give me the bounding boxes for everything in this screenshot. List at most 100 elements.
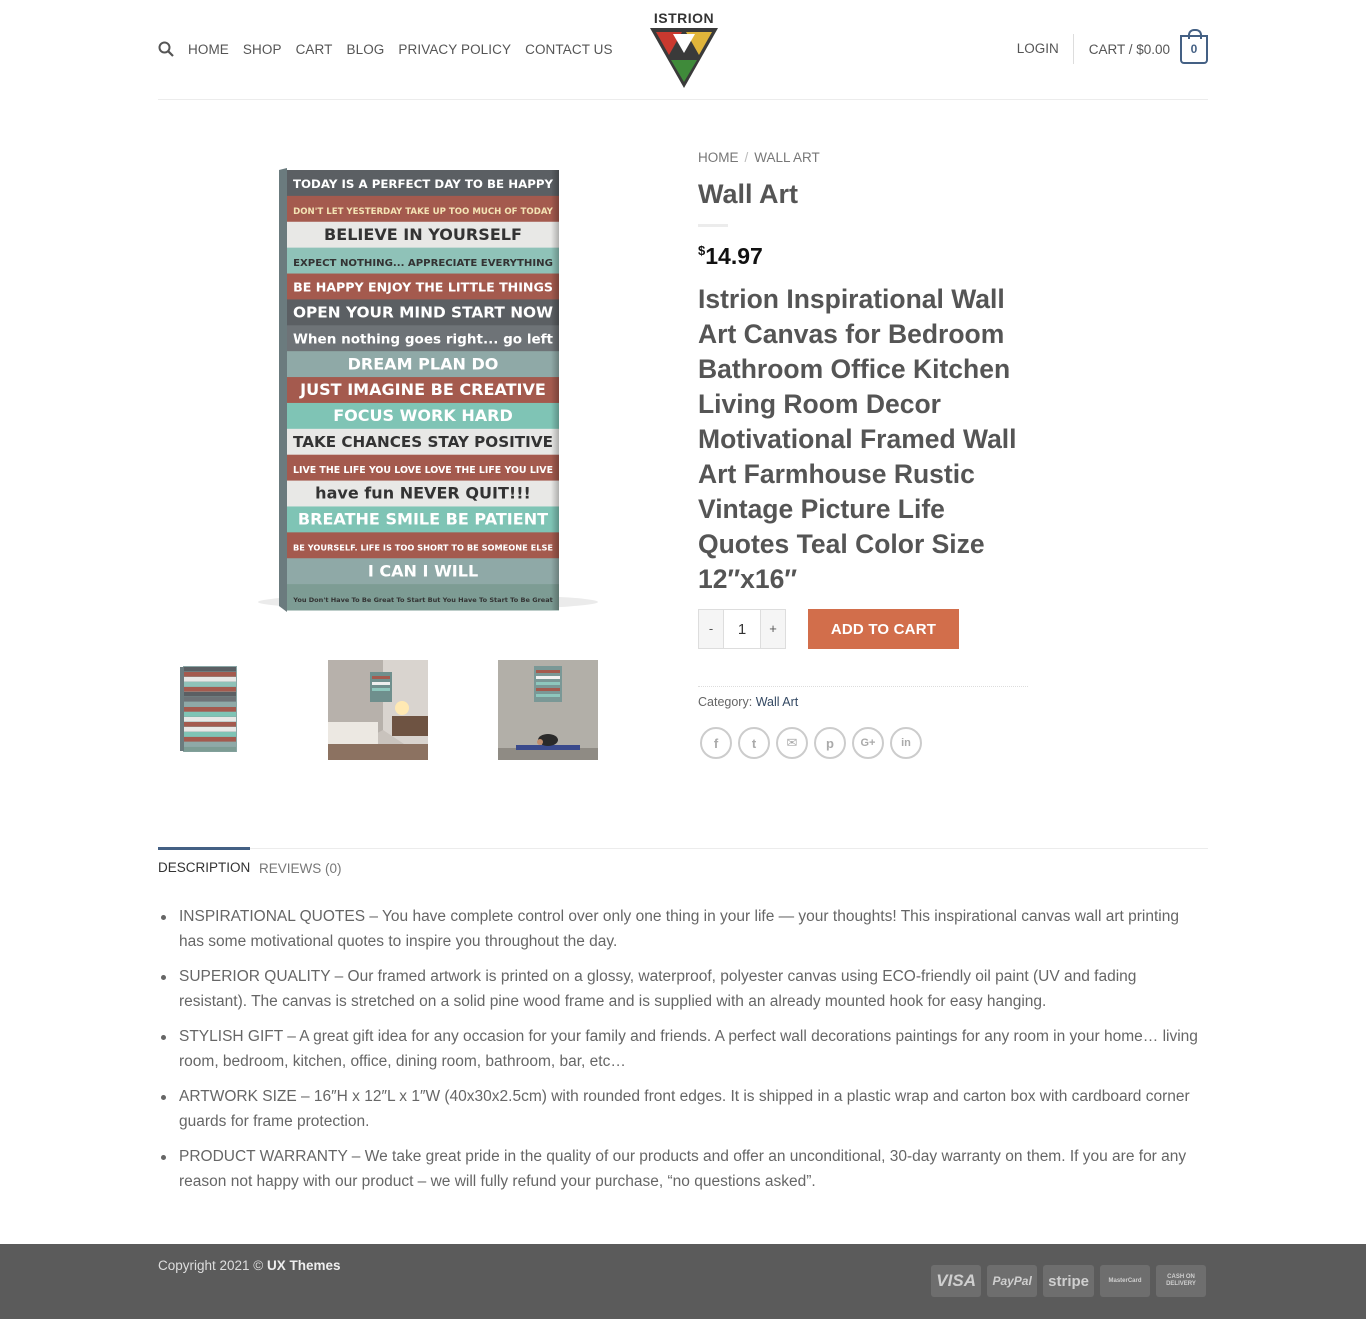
nav-shop[interactable]: SHOP: [243, 41, 282, 59]
header-cart[interactable]: CART / $0.00 0: [1088, 28, 1208, 64]
login-link[interactable]: LOGIN: [1017, 34, 1074, 64]
thumbnail-plank: [184, 712, 236, 717]
mastercard-icon: MasterCard: [1100, 1265, 1150, 1297]
payment-icons: VISA PayPal stripe MasterCard CASH ON DE…: [925, 1265, 1206, 1297]
canvas-quote: You Don't Have To Be Great To Start But …: [292, 596, 553, 604]
nav-home[interactable]: HOME: [188, 41, 229, 59]
paypal-icon: PayPal: [987, 1265, 1038, 1297]
description-item: SUPERIOR QUALITY – Our framed artwork is…: [158, 964, 1208, 1014]
stripe-icon: stripe: [1043, 1265, 1094, 1297]
product-title: Wall Art: [698, 179, 798, 209]
product-info: HOME / WALL ART Wall Art $14.97 Istrion In…: [698, 150, 1028, 759]
breadcrumb-home[interactable]: HOME: [698, 150, 739, 165]
thumbnail-plank: [184, 707, 236, 712]
product-category: Category: Wall Art: [698, 695, 1028, 709]
tab-reviews[interactable]: REVIEWS (0): [259, 849, 342, 876]
canvas-quote: BE YOURSELF. LIFE IS TOO SHORT TO BE SOM…: [293, 542, 553, 552]
thumbnail-canvas[interactable]: [158, 660, 258, 760]
share-icons: f t ✉ p G+ in: [698, 727, 1028, 759]
pinterest-icon[interactable]: p: [814, 727, 846, 759]
thumbnail-plank: [184, 742, 236, 747]
cart-count-badge: 0: [1180, 28, 1208, 64]
copyright-text: Copyright 2021 ©: [158, 1258, 264, 1273]
description-item: STYLISH GIFT – A great gift idea for any…: [158, 1024, 1208, 1074]
description-item: PRODUCT WARRANTY – We take great pride i…: [158, 1144, 1208, 1194]
product-main-image[interactable]: TODAY IS A PERFECT DAY TO BE HAPPY DON'T …: [158, 140, 658, 640]
copyright-brand[interactable]: UX Themes: [267, 1258, 341, 1273]
thumbnail-plank: [184, 667, 236, 672]
thumbnail-plank: [184, 687, 236, 692]
description-item: ARTWORK SIZE – 16″H x 12″L x 1″W (40x30x…: [158, 1084, 1208, 1134]
canvas-quote: TAKE CHANCES STAY POSITIVE: [293, 433, 553, 451]
meta-divider: [698, 686, 1028, 687]
tab-description[interactable]: DESCRIPTION: [158, 847, 251, 875]
nav-blog[interactable]: BLOG: [346, 41, 384, 59]
canvas-quote: DREAM PLAN DO: [348, 354, 499, 373]
thumbnail-plank: [184, 672, 236, 677]
visa-icon: VISA: [931, 1265, 982, 1297]
title-divider: [698, 224, 728, 227]
quantity-decrease-button[interactable]: -: [699, 610, 723, 648]
canvas-quote: OPEN YOUR MIND START NOW: [293, 304, 553, 322]
google-plus-icon[interactable]: G+: [852, 727, 884, 759]
breadcrumb: HOME / WALL ART: [698, 150, 1028, 165]
thumbnail-plank: [184, 682, 236, 687]
breadcrumb-separator: /: [744, 150, 749, 165]
canvas-quote: I CAN I WILL: [368, 561, 478, 580]
facebook-icon[interactable]: f: [700, 727, 732, 759]
canvas-quote: LIVE THE LIFE YOU LOVE LOVE THE LIFE YOU…: [293, 465, 553, 476]
add-to-cart-button[interactable]: ADD TO CART: [808, 609, 959, 649]
thumbnail-plank: [184, 722, 236, 727]
thumbnail-bedroom[interactable]: [328, 660, 428, 760]
canvas-quote: BREATHE SMILE BE PATIENT: [298, 510, 548, 529]
quantity-increase-button[interactable]: +: [761, 610, 785, 648]
product-description: INSPIRATIONAL QUOTES – You have complete…: [158, 904, 1208, 1204]
thumbnail-plank: [184, 692, 236, 697]
product-thumbnails: [158, 660, 668, 760]
quantity-input[interactable]: [723, 610, 761, 648]
price-value: 14.97: [705, 243, 763, 269]
canvas-quote: BE HAPPY ENJOY THE LITTLE THINGS: [293, 280, 553, 295]
thumbnail-plank: [184, 702, 236, 707]
product-short-description: Istrion Inspirational Wall Art Canvas fo…: [698, 284, 1017, 594]
canvas-quote: EXPECT NOTHING... APPRECIATE EVERYTHING: [293, 258, 553, 269]
nav-privacy-policy[interactable]: PRIVACY POLICY: [398, 41, 511, 59]
category-link[interactable]: Wall Art: [756, 695, 799, 709]
canvas-quote: DON'T LET YESTERDAY TAKE UP TOO MUCH OF …: [293, 207, 554, 217]
thumbnail-plank: [184, 737, 236, 742]
product-tabs: DESCRIPTION REVIEWS (0): [158, 847, 1208, 888]
canvas-artwork: TODAY IS A PERFECT DAY TO BE HAPPY DON'T …: [258, 168, 598, 612]
canvas-quote: TODAY IS A PERFECT DAY TO BE HAPPY: [293, 177, 554, 191]
thumbnail-yoga-room[interactable]: [498, 660, 598, 760]
linkedin-icon[interactable]: in: [890, 727, 922, 759]
canvas-quote: When nothing goes right... go left: [293, 331, 554, 347]
canvas-quote: JUST IMAGINE BE CREATIVE: [299, 380, 546, 399]
description-item: INSPIRATIONAL QUOTES – You have complete…: [158, 904, 1208, 954]
main-nav: HOME SHOP CART BLOG PRIVACY POLICY CONTA…: [188, 41, 627, 59]
canvas-quote: FOCUS WORK HARD: [333, 406, 513, 425]
breadcrumb-wall-art[interactable]: WALL ART: [754, 150, 820, 165]
cart-total: CART / $0.00: [1088, 41, 1170, 57]
site-header: HOME SHOP CART BLOG PRIVACY POLICY CONTA…: [158, 0, 1208, 100]
copyright: Copyright 2021 © UX Themes: [158, 1258, 341, 1273]
quantity-stepper: - +: [698, 609, 786, 649]
thumbnail-plank: [184, 677, 236, 682]
site-logo[interactable]: ISTRION: [648, 10, 720, 90]
product-price: $14.97: [698, 243, 1028, 270]
search-icon[interactable]: [158, 41, 174, 57]
nav-contact-us[interactable]: CONTACT US: [525, 41, 613, 59]
thumbnail-plank: [184, 697, 236, 702]
cash-on-delivery-icon: CASH ON DELIVERY: [1156, 1265, 1206, 1297]
logo-text: ISTRION: [653, 10, 715, 26]
nav-cart[interactable]: CART: [296, 41, 333, 59]
email-icon[interactable]: ✉: [776, 727, 808, 759]
canvas-quote: have fun NEVER QUIT!!!: [315, 484, 531, 503]
category-label: Category:: [698, 695, 753, 709]
twitter-icon[interactable]: t: [738, 727, 770, 759]
logo-triangle-icon: [650, 28, 718, 88]
canvas-quote: BELIEVE IN YOURSELF: [324, 225, 522, 244]
thumbnail-plank: [184, 717, 236, 722]
site-footer: Copyright 2021 © UX Themes VISA PayPal s…: [0, 1244, 1366, 1319]
add-to-cart-form: - + ADD TO CART: [698, 609, 1028, 649]
thumbnail-plank: [184, 732, 236, 737]
